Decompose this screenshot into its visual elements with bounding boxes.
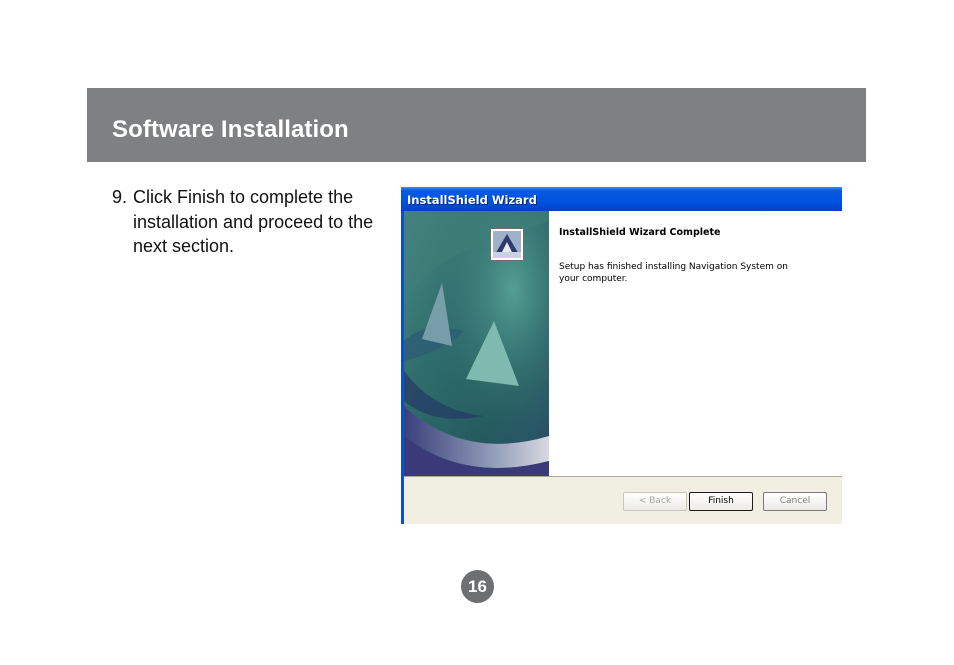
step-number: 9.	[112, 187, 128, 207]
section-header-band: Software Installation	[87, 88, 866, 162]
wizard-heading: InstallShield Wizard Complete	[559, 227, 721, 238]
cancel-button[interactable]: Cancel	[763, 492, 827, 511]
window-titlebar[interactable]: InstallShield Wizard	[401, 187, 842, 211]
window-title: InstallShield Wizard	[407, 193, 537, 207]
page-number-badge: 16	[461, 570, 494, 603]
section-title: Software Installation	[112, 116, 349, 143]
installshield-icon	[490, 228, 524, 261]
back-button[interactable]: < Back	[623, 492, 687, 511]
wizard-banner-image	[404, 211, 549, 476]
wizard-content-area: InstallShield Wizard Complete Setup has …	[549, 211, 842, 476]
wizard-message: Setup has finished installing Navigation…	[559, 262, 788, 284]
installshield-wizard-window: InstallShield Wizard InstallShield Wizar…	[401, 187, 842, 524]
finish-button[interactable]: Finish	[689, 492, 753, 511]
wizard-button-bar: < Back Finish Cancel	[404, 476, 842, 524]
wizard-side-graphic	[404, 211, 549, 476]
step-text: Click Finish to complete the installatio…	[133, 187, 374, 256]
